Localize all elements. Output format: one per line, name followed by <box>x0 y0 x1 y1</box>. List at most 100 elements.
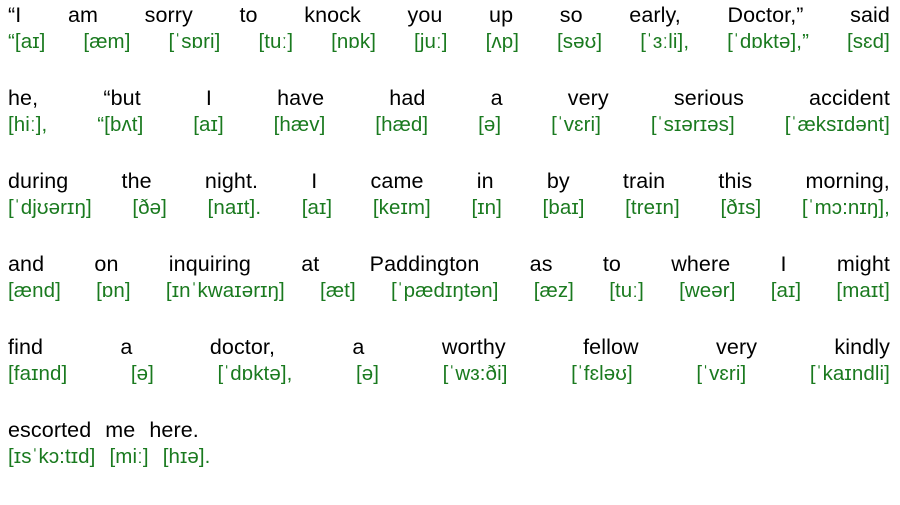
ipa-row: [ænd] [ɒn] [ɪnˈkwaɪərɪŋ] [æt] [ˈpædɪŋtən] [æz… <box>8 278 890 304</box>
word-token: at <box>301 252 320 276</box>
ipa-token: [sɛd] <box>846 30 890 53</box>
ipa-token: [æm] <box>83 30 131 53</box>
word-row: and on inquiring at Paddington as to where Imigh… <box>8 251 890 278</box>
word-token: “I <box>8 3 22 27</box>
word-token: am <box>67 3 99 27</box>
word-token: in <box>476 169 494 193</box>
ipa-token: [ɪsˈkɔ:tɪd] <box>8 445 96 468</box>
word-token: knock <box>304 3 361 27</box>
interlinear-lines: “I am sorry to knock you up so early, Doctor,” sai… <box>8 0 890 470</box>
ipa-token: [tuː] <box>258 30 294 53</box>
ipa-row: “[aɪ] [æm] [ˈsɒri] [tuː] [nɒk] [juː] [ʌp] [səʊ]… <box>8 29 890 55</box>
word-row: he, “but Ihave had a very serious accident <box>8 85 890 112</box>
word-token: and <box>8 252 45 276</box>
ipa-token: [ˈvɛri] <box>551 113 602 136</box>
ipa-token: [səʊ] <box>557 30 603 53</box>
ipa-token: [ˈsɒri] <box>168 30 221 53</box>
word-token: up <box>489 3 514 27</box>
word-token: sorry <box>144 3 193 27</box>
word-token: a <box>490 86 503 110</box>
word-row: “I am sorry to knock you up so early, Doctor,” sai… <box>8 2 890 29</box>
ipa-row: [ˈdjʊərɪŋ] [ðə] [naɪt]. [aɪ] [keɪm] [ɪn] [baɪ]… <box>8 195 890 221</box>
ipa-token: [æt] <box>320 279 356 302</box>
word-token: so <box>559 3 583 27</box>
word-token: during <box>8 169 69 193</box>
ipa-token: [ʌp] <box>485 30 520 53</box>
transcription-page: “I am sorry to knock you up so early, Doctor,” sai… <box>0 0 900 505</box>
word-token: I <box>311 169 318 193</box>
ipa-token: [æz] <box>533 279 574 302</box>
ipa-token: [hɪə]. <box>162 445 211 468</box>
ipa-token: [ɪnˈkwaɪərɪŋ] <box>165 279 285 302</box>
ipa-token: “[bʌt] <box>97 113 144 136</box>
word-token: inquiring <box>168 252 251 276</box>
word-token: very <box>716 335 758 359</box>
word-token: morning, <box>805 169 890 193</box>
ipa-token: [ə] <box>478 113 502 136</box>
word-token: doctor, <box>209 335 276 359</box>
ipa-token: [ˈfɛləʊ] <box>571 362 633 385</box>
word-token: serious <box>673 86 744 110</box>
word-token: I <box>205 86 212 110</box>
word-token: this <box>718 169 753 193</box>
word-token: “but <box>103 86 141 110</box>
ipa-row: [faɪnd] [ə] [ˈdɒktə], [ə] [ˈwɜ:ði] [ˈfɛləʊ] [ˈ… <box>8 361 890 387</box>
ipa-token: [aɪ] <box>301 196 333 219</box>
ipa-token: [ˈvɛri] <box>696 362 747 385</box>
word-token: you <box>407 3 443 27</box>
word-token: might <box>836 252 890 276</box>
word-token: Doctor,” <box>727 3 804 27</box>
ipa-token: [ˈwɜ:ði] <box>442 362 508 385</box>
word-token: by <box>546 169 570 193</box>
word-token: to <box>239 3 258 27</box>
word-token: find <box>8 335 44 359</box>
word-token: on <box>94 252 119 276</box>
ipa-token: [aɪ] <box>193 113 224 136</box>
word-token: a <box>352 335 365 359</box>
ipa-token: [ˈmɔ:nɪŋ], <box>801 196 890 219</box>
line-block: “I am sorry to knock you up so early, Doctor,” sai… <box>8 0 890 55</box>
ipa-token: [hiː], <box>8 113 48 136</box>
ipa-token: “[aɪ] <box>8 30 46 53</box>
word-token: had <box>389 86 426 110</box>
ipa-token: [faɪnd] <box>8 362 68 385</box>
word-row: during the night. Icame in by train this morning… <box>8 168 890 195</box>
ipa-token: [hæd] <box>375 113 429 136</box>
word-token: as <box>529 252 553 276</box>
word-token: I <box>780 252 787 276</box>
ipa-token: [nɒk] <box>331 30 377 53</box>
word-token: said <box>850 3 890 27</box>
ipa-token: [ə] <box>356 362 380 385</box>
ipa-token: [hæv] <box>273 113 326 136</box>
ipa-token: [juː] <box>414 30 448 53</box>
word-token: early, <box>629 3 681 27</box>
word-token: escorted <box>8 418 92 442</box>
word-token: he, <box>8 86 39 110</box>
line-block: find a doctor, a worthy fellow very kindly [faɪn… <box>8 334 890 387</box>
word-token: to <box>602 252 621 276</box>
word-token: night. <box>204 169 259 193</box>
word-token: came <box>370 169 424 193</box>
ipa-token: [tuː] <box>609 279 644 302</box>
word-token: a <box>120 335 133 359</box>
word-token: here. <box>149 418 199 442</box>
ipa-token: [keɪm] <box>372 196 431 219</box>
ipa-token: [ænd] <box>8 279 61 302</box>
ipa-token: [naɪt]. <box>207 196 262 219</box>
ipa-token: [treɪn] <box>625 196 680 219</box>
ipa-token: [ðə] <box>132 196 167 219</box>
word-row: escorted me here. <box>8 417 890 444</box>
word-token: worthy <box>441 335 506 359</box>
ipa-token: [ˈɜːli], <box>640 30 690 53</box>
ipa-token: [ɒn] <box>96 279 131 302</box>
ipa-token: [ɪn] <box>471 196 502 219</box>
word-token: very <box>567 86 609 110</box>
ipa-token: [ˈkaɪndli] <box>809 362 890 385</box>
line-block: during the night. Icame in by train this morning… <box>8 168 890 221</box>
ipa-token: [aɪ] <box>770 279 802 302</box>
ipa-token: [miː] <box>109 445 149 468</box>
ipa-token: [baɪ] <box>542 196 585 219</box>
ipa-token: [weər] <box>679 279 736 302</box>
ipa-token: [ˈæksɪdənt] <box>784 113 890 136</box>
ipa-token: [ˈdɒktə], <box>217 362 293 385</box>
